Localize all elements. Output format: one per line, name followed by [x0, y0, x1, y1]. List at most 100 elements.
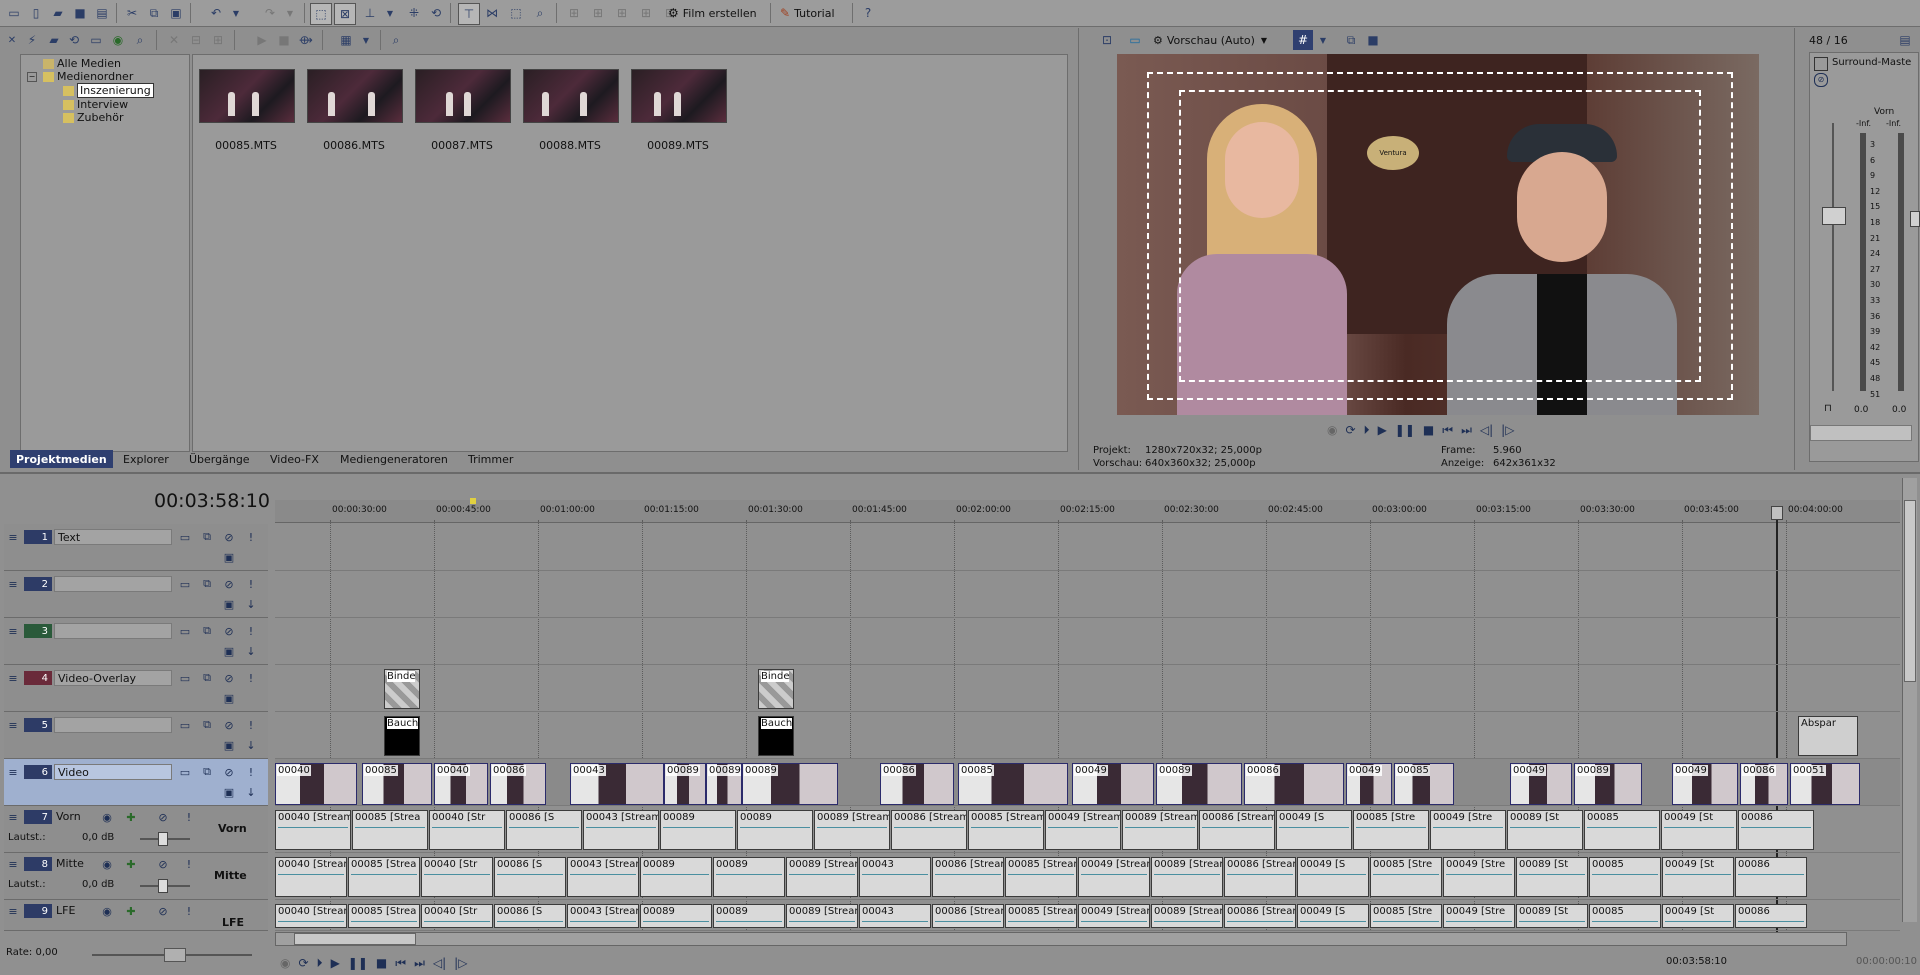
make-movie-button[interactable]: ⚙ Film erstellen: [668, 3, 757, 23]
help-icon[interactable]: ?: [858, 3, 878, 23]
collapse-track-icon[interactable]: ≡: [6, 718, 20, 732]
tab-uebergaenge[interactable]: Übergänge: [183, 450, 256, 468]
make-compositing-child-icon[interactable]: ↓: [244, 597, 258, 611]
video-clip[interactable]: 00085: [1394, 763, 1454, 805]
video-clip[interactable]: 00089: [706, 763, 742, 805]
redo-dropdown-icon[interactable]: ▼: [280, 3, 300, 23]
track-name-field[interactable]: [54, 623, 172, 639]
video-clip[interactable]: 00049: [1510, 763, 1572, 805]
delete-icon[interactable]: ✕: [164, 30, 184, 50]
audio-clip[interactable]: 00089: [737, 810, 813, 850]
track-header-5[interactable]: ≡ 5 ▭ ⧉ ⊘ ! ▣ ↓: [4, 712, 268, 759]
play-icon[interactable]: ▶: [331, 956, 340, 970]
stop-icon[interactable]: ■: [1423, 423, 1434, 437]
overlay-clip[interactable]: Binde: [758, 669, 794, 709]
volume-slider-handle[interactable]: [158, 832, 168, 846]
audio-clip[interactable]: 00086 [Stream "2": [1224, 904, 1296, 928]
video-clip[interactable]: 00086: [490, 763, 546, 805]
audio-clip[interactable]: 00049 [S: [1297, 857, 1369, 897]
align-right-icon[interactable]: ⊞: [612, 3, 632, 23]
overlays-icon[interactable]: #: [1293, 30, 1313, 50]
rate-slider-handle[interactable]: [164, 948, 186, 962]
track-motion-icon[interactable]: ▭: [178, 624, 192, 638]
collapse-track-icon[interactable]: ≡: [6, 904, 20, 918]
track-fx-icon[interactable]: ⧉: [200, 671, 214, 685]
audio-clip[interactable]: 00086 [S: [494, 904, 566, 928]
close-pane-icon[interactable]: ✕: [2, 30, 22, 50]
compositing-mode-icon[interactable]: ▣: [222, 597, 236, 611]
compositing-mode-icon[interactable]: ▣: [222, 550, 236, 564]
align-top-icon[interactable]: ⊞: [636, 3, 656, 23]
open-folder-icon[interactable]: ▰: [48, 3, 68, 23]
audio-clip[interactable]: 00040 [Stream "2": [275, 810, 351, 850]
master-fx-icon[interactable]: [1814, 57, 1828, 71]
go-to-end-icon[interactable]: ⏭: [414, 956, 425, 971]
import-media-icon[interactable]: ⚡: [22, 30, 42, 50]
audio-clip[interactable]: 00040 [Stream "2": [275, 857, 347, 897]
audio-clip[interactable]: 00049 [St: [1662, 857, 1734, 897]
audio-clip[interactable]: 00086: [1735, 904, 1807, 928]
track-header-text[interactable]: ≡ 1 Text ▭ ⧉ ⊘ ! ▣: [4, 524, 268, 571]
prev-frame-icon[interactable]: ◁|: [1480, 423, 1493, 437]
track-motion-icon[interactable]: ▭: [178, 718, 192, 732]
audio-clip[interactable]: 00089 [Stream: [1151, 904, 1223, 928]
preview-quality-dropdown[interactable]: ⚙ Vorschau (Auto) ▼: [1153, 30, 1267, 50]
get-media-icon[interactable]: ⟲: [64, 30, 84, 50]
normal-edit-tool-icon[interactable]: ⬚: [310, 3, 332, 25]
marker-icon[interactable]: [470, 498, 476, 504]
audio-clip[interactable]: 00040 [Str: [421, 857, 493, 897]
search-icon[interactable]: ⌕: [386, 30, 406, 50]
overlay-clip[interactable]: Binde: [384, 669, 420, 709]
media-thumbnail[interactable]: [199, 69, 295, 123]
prev-frame-icon[interactable]: ◁|: [433, 956, 446, 970]
video-clip[interactable]: 00089: [742, 763, 838, 805]
audio-clip[interactable]: 00085 [Stream "2"] [K: [1005, 857, 1077, 897]
audio-clip[interactable]: 00089: [713, 904, 785, 928]
video-clip[interactable]: 00086: [1740, 763, 1788, 805]
video-clip[interactable]: 00089: [664, 763, 706, 805]
solo-icon[interactable]: !: [244, 577, 258, 591]
make-compositing-child-icon[interactable]: ↓: [244, 785, 258, 799]
compositing-mode-icon[interactable]: ▣: [222, 738, 236, 752]
track-name-field[interactable]: Mitte: [56, 857, 84, 870]
new-file-icon[interactable]: ▯: [26, 3, 46, 23]
audio-clip[interactable]: 00086 [Stream "2": [1224, 857, 1296, 897]
audio-clip[interactable]: 00085 [Strea: [348, 904, 420, 928]
compositing-mode-icon[interactable]: ▣: [222, 785, 236, 799]
video-clip[interactable]: 00040: [434, 763, 488, 805]
track-name-field[interactable]: [54, 717, 172, 733]
views-dropdown-icon[interactable]: ▼: [356, 30, 376, 50]
collapse-track-icon[interactable]: ≡: [6, 765, 20, 779]
track-name-field[interactable]: [54, 576, 172, 592]
refresh-icon[interactable]: ◉: [108, 30, 128, 50]
mute-icon[interactable]: ⊘: [222, 624, 236, 638]
audio-clip[interactable]: 00085 [Strea: [352, 810, 428, 850]
go-to-start-icon[interactable]: ⏮: [395, 956, 406, 971]
video-clip[interactable]: 00085: [362, 763, 432, 805]
burn-disc-icon[interactable]: ▭: [86, 30, 106, 50]
align-left-icon[interactable]: ⊞: [564, 3, 584, 23]
audio-clip[interactable]: 00085 [Stre: [1353, 810, 1429, 850]
add-to-timeline-icon[interactable]: ⊞: [208, 30, 228, 50]
solo-icon[interactable]: !: [244, 530, 258, 544]
master-fader-track[interactable]: [1832, 123, 1834, 391]
solo-icon[interactable]: !: [182, 857, 196, 871]
overlay-clip[interactable]: Bauch: [758, 716, 794, 756]
envelope-tool-icon[interactable]: ⊠: [334, 3, 356, 25]
mute-icon[interactable]: ⊘: [222, 671, 236, 685]
video-clip[interactable]: 00049: [1072, 763, 1154, 805]
master-mute-icon[interactable]: ⊘: [1814, 73, 1828, 87]
master-fader-handle[interactable]: [1822, 207, 1846, 225]
track-fx-icon[interactable]: ⧉: [200, 718, 214, 732]
save-icon[interactable]: ■: [70, 3, 90, 23]
audio-clip[interactable]: 00085 [Strea: [348, 857, 420, 897]
search-media-icon[interactable]: ⌕: [130, 30, 150, 50]
next-frame-icon[interactable]: |▷: [1501, 423, 1514, 437]
collapse-track-icon[interactable]: ≡: [6, 671, 20, 685]
overlay-clip[interactable]: Abspar: [1798, 716, 1858, 756]
selection-tool-icon[interactable]: ⬚: [506, 3, 526, 23]
go-to-end-icon[interactable]: ⏭: [1461, 423, 1472, 438]
lane-text[interactable]: [275, 524, 1900, 571]
video-clip[interactable]: 00085: [958, 763, 1068, 805]
solo-icon[interactable]: !: [244, 624, 258, 638]
